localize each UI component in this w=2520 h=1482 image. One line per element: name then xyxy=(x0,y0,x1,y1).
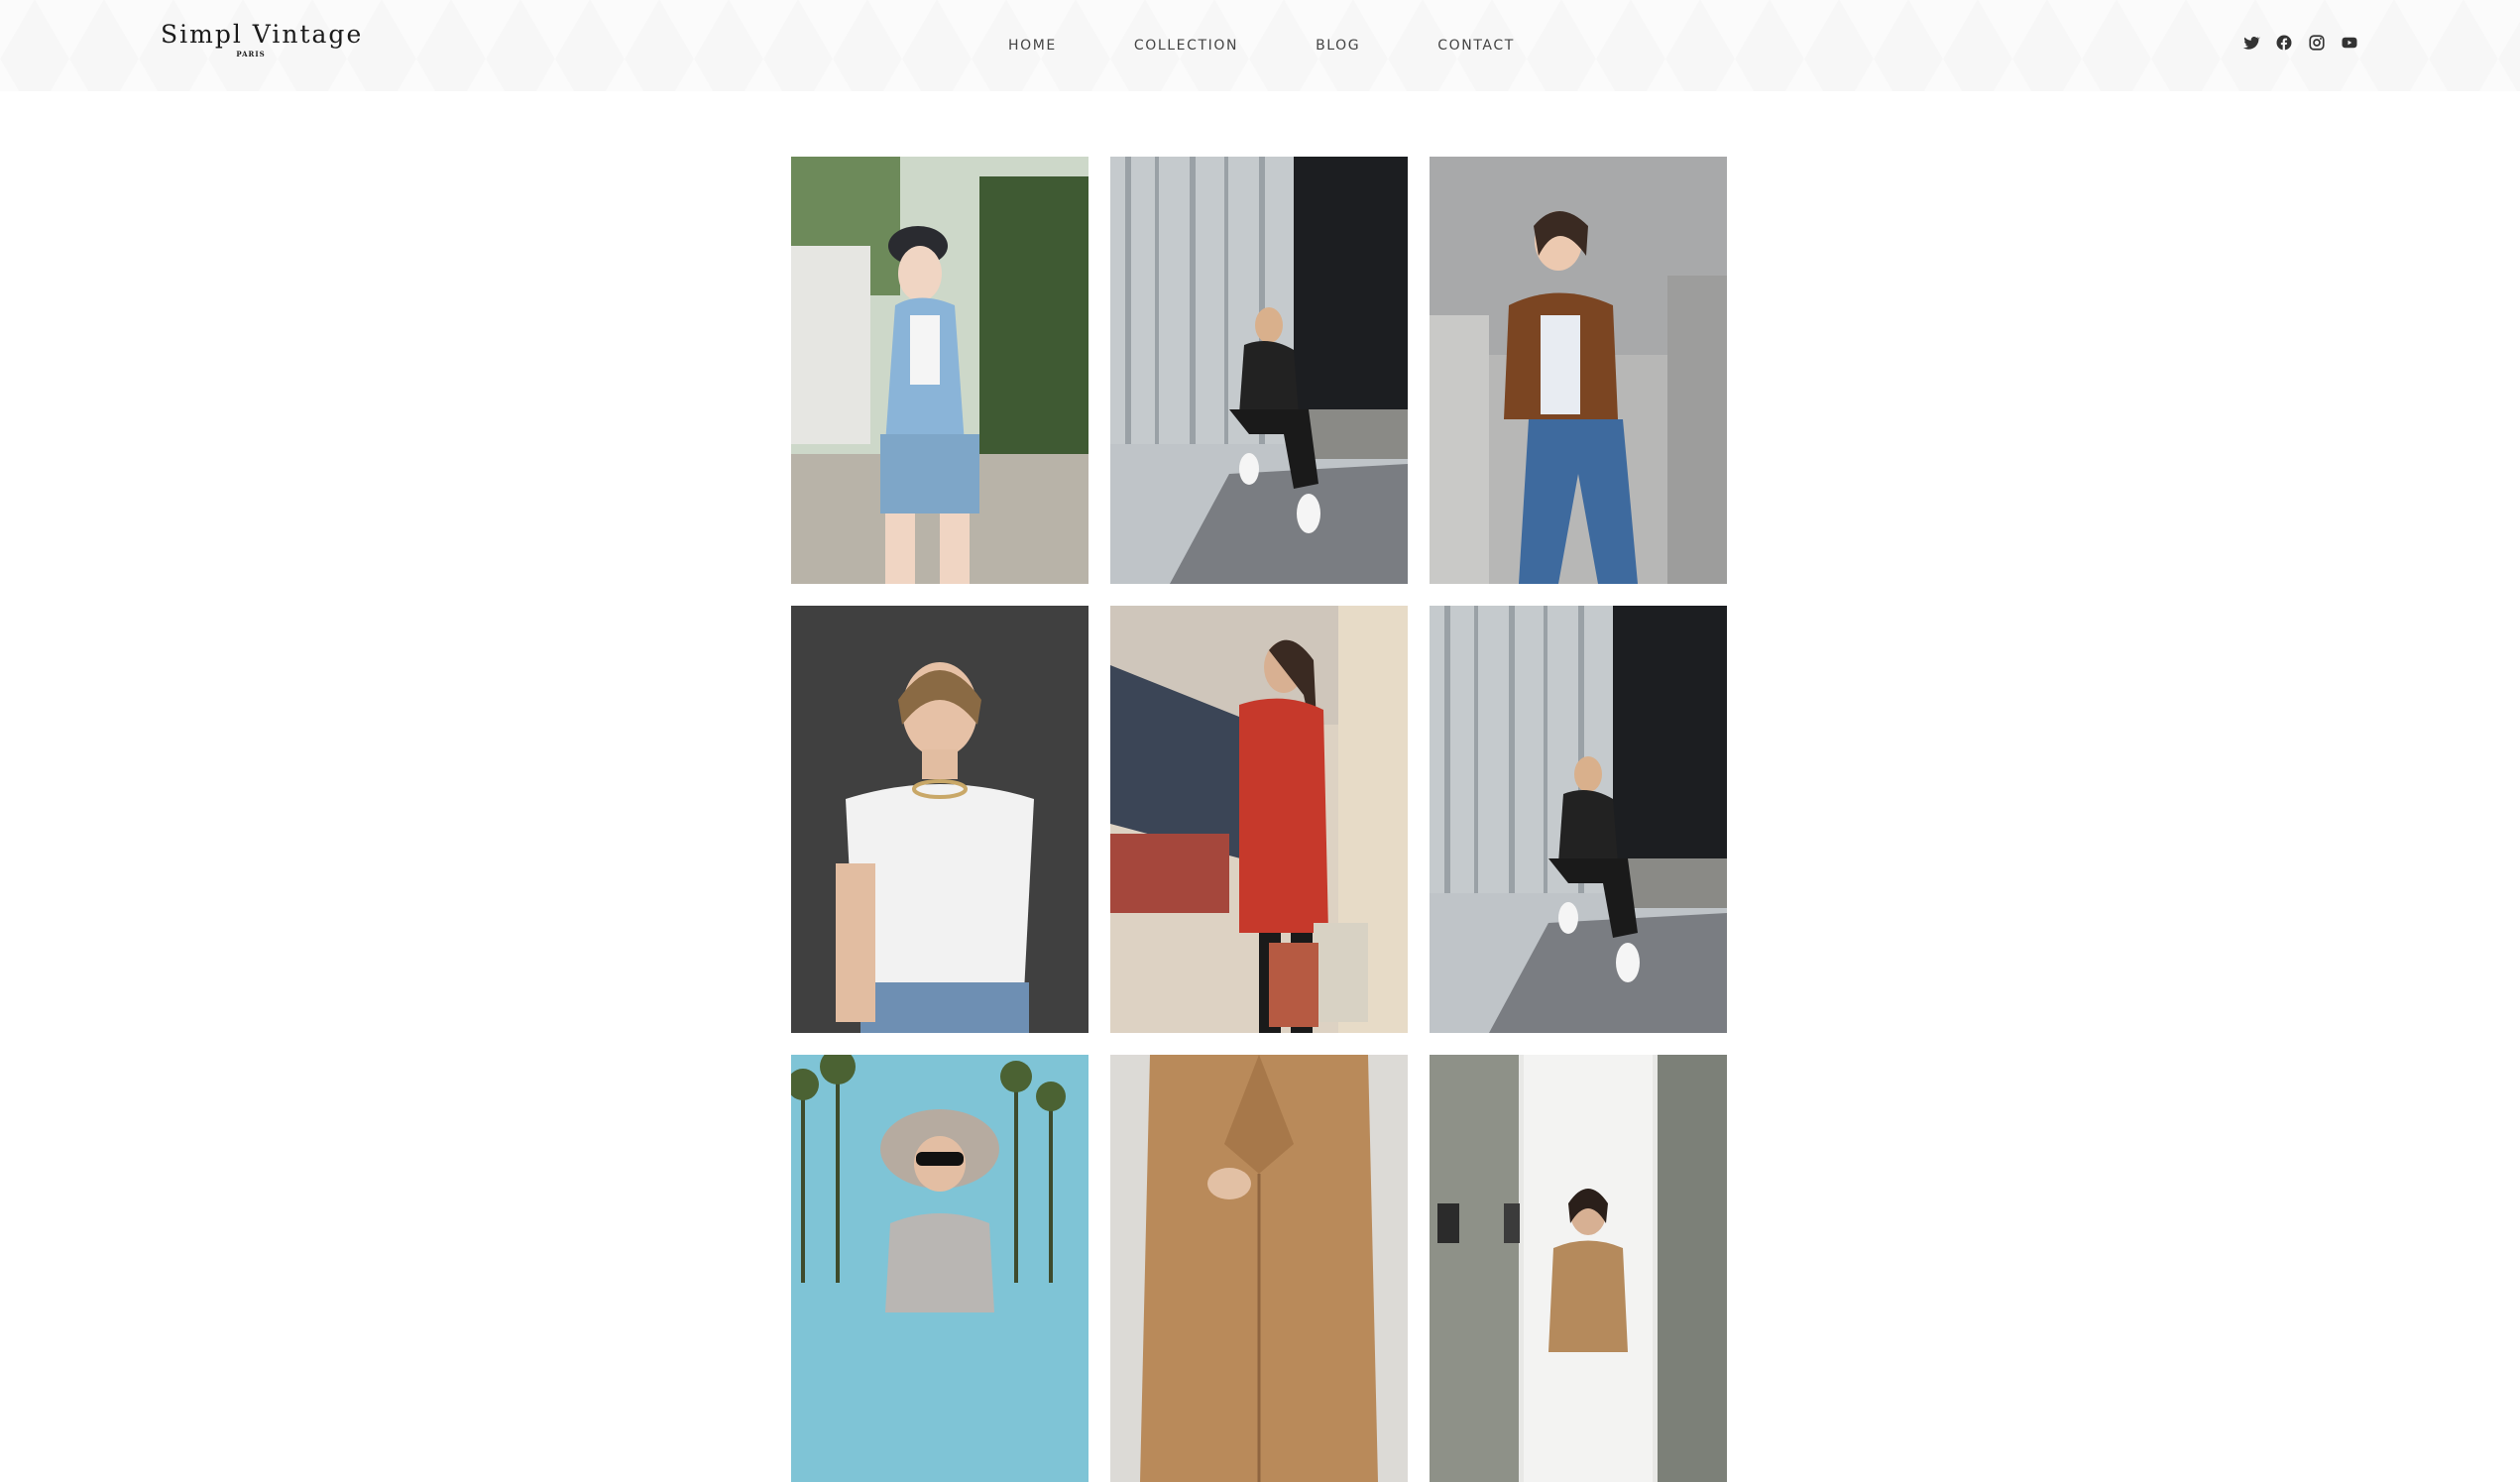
gallery-photo[interactable] xyxy=(791,157,1088,584)
site-header: Simpl Vintage PARIS HOME COLLECTION BLOG… xyxy=(0,0,2520,91)
gallery-photo[interactable] xyxy=(1430,606,1727,1033)
nav-collection-link[interactable]: COLLECTION xyxy=(1134,36,1238,56)
logo-title: Simpl Vintage xyxy=(161,20,364,49)
social-links xyxy=(2242,34,2373,52)
gallery-photo[interactable] xyxy=(791,1055,1088,1482)
facebook-icon[interactable] xyxy=(2275,34,2293,52)
gallery-photo[interactable] xyxy=(1430,157,1727,584)
site-logo[interactable]: Simpl Vintage PARIS xyxy=(161,20,364,59)
nav-home-link[interactable]: HOME xyxy=(1008,36,1057,56)
youtube-icon[interactable] xyxy=(2341,34,2358,52)
gallery-photo[interactable] xyxy=(1110,1055,1408,1482)
nav-blog-link[interactable]: BLOG xyxy=(1316,36,1360,56)
gallery-photo[interactable] xyxy=(1110,157,1408,584)
instagram-icon[interactable] xyxy=(2308,34,2326,52)
main-nav: HOME COLLECTION BLOG CONTACT xyxy=(1008,36,1515,56)
gallery-photo[interactable] xyxy=(1430,1055,1727,1482)
nav-contact-link[interactable]: CONTACT xyxy=(1437,36,1515,56)
gallery-photo[interactable] xyxy=(1110,606,1408,1033)
twitter-icon[interactable] xyxy=(2242,34,2260,52)
logo-subtitle: PARIS xyxy=(236,50,266,58)
gallery-photo[interactable] xyxy=(791,606,1088,1033)
